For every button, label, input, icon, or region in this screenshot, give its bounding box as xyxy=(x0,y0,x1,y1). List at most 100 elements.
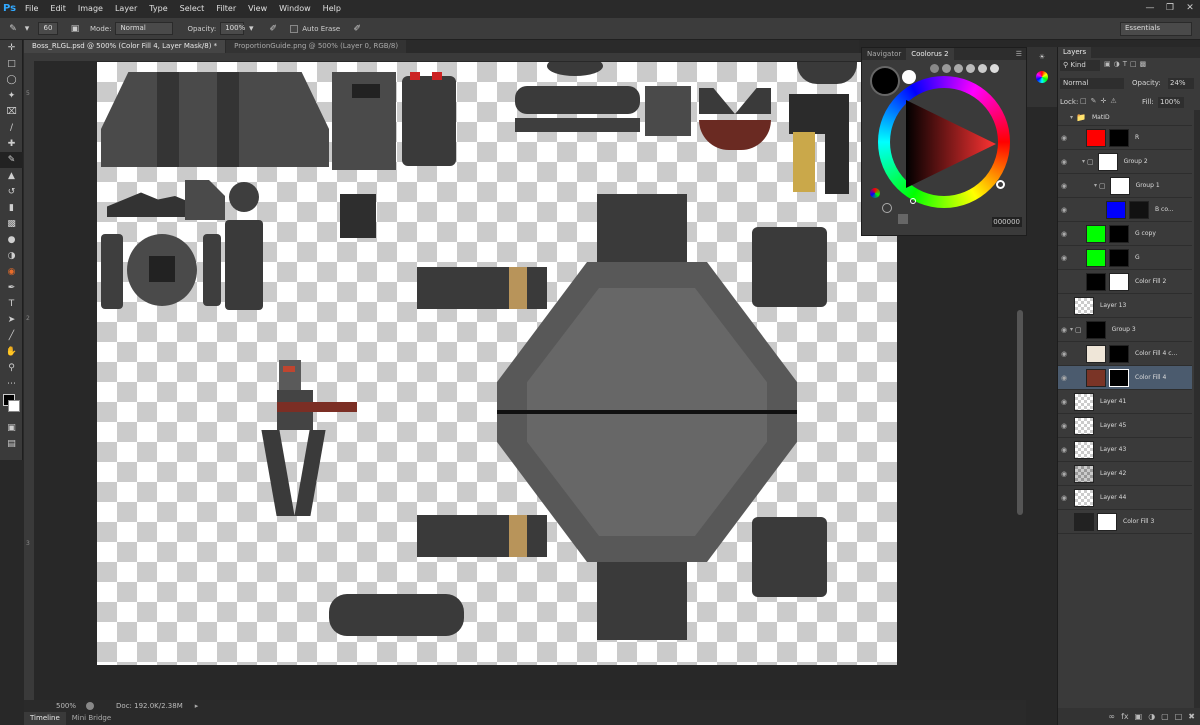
mode-toggle-icon[interactable] xyxy=(882,203,892,213)
tab-coolorus[interactable]: Coolorus 2 xyxy=(906,48,954,60)
move-tool-icon[interactable]: ✛ xyxy=(0,40,23,56)
quick-mask-icon[interactable]: ▣ xyxy=(0,420,23,436)
add-mask-icon[interactable]: ▣ xyxy=(1135,712,1143,721)
eye-icon[interactable]: ◉ xyxy=(1058,398,1070,406)
marquee-tool-icon[interactable]: □ xyxy=(0,56,23,72)
layer-row[interactable]: ◉ R xyxy=(1058,126,1192,150)
zoom-tool-icon[interactable]: ⚲ xyxy=(0,360,23,376)
layer-row[interactable]: ◉ Layer 42 xyxy=(1058,462,1192,486)
trash-icon[interactable]: ✖ xyxy=(1188,712,1195,721)
pressure-size-icon[interactable]: ✐ xyxy=(350,22,364,36)
color-picker[interactable] xyxy=(910,198,916,204)
fill-field[interactable]: 100% xyxy=(1158,97,1184,108)
eye-icon[interactable]: ◉ xyxy=(1058,326,1070,334)
chevron-down-icon[interactable]: ▾ xyxy=(1094,182,1097,189)
restore-icon[interactable]: ❐ xyxy=(1160,0,1180,16)
eye-icon[interactable]: ◉ xyxy=(1058,158,1070,166)
lock-all-icon[interactable]: ⚠ xyxy=(1110,97,1116,105)
brush-size-field[interactable]: 60 xyxy=(38,22,58,35)
smart-filter-icon[interactable]: ▩ xyxy=(1140,60,1147,71)
menu-file[interactable]: File xyxy=(19,0,44,18)
eye-icon[interactable]: ◉ xyxy=(1058,422,1070,430)
layer-row[interactable]: ▾ 📁 MatID xyxy=(1058,110,1192,126)
minimize-icon[interactable]: — xyxy=(1140,0,1160,16)
plugin-tool-icon[interactable]: ◉ xyxy=(0,264,23,280)
tab-boss-rlgl[interactable]: Boss_RLGL.psd @ 500% (Color Fill 4, Laye… xyxy=(24,40,226,53)
eye-icon[interactable]: ◉ xyxy=(1058,350,1070,358)
link-icon[interactable]: ∞ xyxy=(1108,712,1115,721)
hand-tool-icon[interactable]: ✋ xyxy=(0,344,23,360)
eye-icon[interactable]: ◉ xyxy=(1058,494,1070,502)
brush-panel-icon[interactable]: ▣ xyxy=(68,22,82,36)
lasso-tool-icon[interactable]: ◯ xyxy=(0,72,23,88)
new-group-icon[interactable]: ▢ xyxy=(1161,712,1169,721)
eye-icon[interactable]: ◉ xyxy=(1058,230,1070,238)
blend-mode-select[interactable]: Normal xyxy=(1060,78,1124,89)
pencil-tool-icon[interactable]: ✎ xyxy=(0,152,23,168)
menu-view[interactable]: View xyxy=(242,0,273,18)
dodge-tool-icon[interactable]: ◑ xyxy=(0,248,23,264)
healing-tool-icon[interactable]: ✚ xyxy=(0,136,23,152)
settings-icon[interactable] xyxy=(898,214,908,224)
lock-pixels-icon[interactable]: □ xyxy=(1080,97,1087,105)
sun-icon[interactable]: ☀ xyxy=(1027,47,1057,67)
hex-field[interactable]: 000000 xyxy=(992,217,1022,227)
auto-erase-checkbox[interactable] xyxy=(290,24,299,33)
line-tool-icon[interactable]: ╱ xyxy=(0,328,23,344)
image-filter-icon[interactable]: ▣ xyxy=(1104,60,1111,71)
pen-tool-icon[interactable]: ✒ xyxy=(0,280,23,296)
gradient-tool-icon[interactable]: ▩ xyxy=(0,216,23,232)
quick-select-tool-icon[interactable]: ✦ xyxy=(0,88,23,104)
layer-row[interactable]: ◉ Color Fill 4 c... xyxy=(1058,342,1192,366)
workspace-select[interactable]: Essentials xyxy=(1120,22,1192,36)
menu-image[interactable]: Image xyxy=(72,0,109,18)
layer-row[interactable]: ◉ G copy xyxy=(1058,222,1192,246)
palette-icon[interactable] xyxy=(870,188,880,198)
layer-row[interactable]: ◉ ▾ ▢ Group 1 xyxy=(1058,174,1192,198)
menu-edit[interactable]: Edit xyxy=(44,0,72,18)
clone-stamp-tool-icon[interactable]: ▲ xyxy=(0,168,23,184)
crop-tool-icon[interactable]: ⌧ xyxy=(0,104,23,120)
layer-row-selected[interactable]: ◉ Color Fill 4 xyxy=(1058,366,1192,390)
color-wheel-icon[interactable] xyxy=(1027,67,1057,87)
tab-mini-bridge[interactable]: Mini Bridge xyxy=(66,712,117,725)
pressure-opacity-icon[interactable]: ✐ xyxy=(266,22,280,36)
menu-type[interactable]: Type xyxy=(143,0,173,18)
layer-row[interactable]: Color Fill 3 xyxy=(1058,510,1192,534)
status-icon[interactable] xyxy=(86,702,95,710)
history-brush-tool-icon[interactable]: ↺ xyxy=(0,184,23,200)
tab-navigator[interactable]: Navigator xyxy=(862,48,906,60)
lock-move-icon[interactable]: ✛ xyxy=(1101,97,1107,105)
fx-icon[interactable]: fx xyxy=(1121,712,1129,721)
tab-proportion-guide[interactable]: ProportionGuide.png @ 500% (Layer 0, RGB… xyxy=(226,40,407,53)
opacity-field[interactable]: 100% xyxy=(220,22,245,35)
current-color-swatch[interactable] xyxy=(870,66,900,96)
layer-row[interactable]: ◉ B co... xyxy=(1058,198,1192,222)
menu-layer[interactable]: Layer xyxy=(109,0,143,18)
chevron-down-icon[interactable]: ▾ xyxy=(1082,158,1085,165)
adjust-filter-icon[interactable]: ◑ xyxy=(1114,60,1120,71)
background-color-swatch[interactable] xyxy=(8,400,20,412)
more-tools-icon[interactable]: ⋯ xyxy=(0,376,23,392)
filter-kind-select[interactable]: ⚲ Kind xyxy=(1060,60,1100,71)
eye-icon[interactable]: ◉ xyxy=(1058,446,1070,454)
menu-window[interactable]: Window xyxy=(273,0,317,18)
eyedropper-tool-icon[interactable]: ∕ xyxy=(0,120,23,136)
chevron-down-icon[interactable]: ▾ xyxy=(244,22,258,36)
zoom-level[interactable]: 500% xyxy=(56,702,76,710)
layer-row[interactable]: Color Fill 2 xyxy=(1058,270,1192,294)
tab-layers[interactable]: Layers xyxy=(1058,47,1092,58)
layers-scrollbar[interactable] xyxy=(1194,110,1200,710)
tab-timeline[interactable]: Timeline xyxy=(24,712,66,725)
layer-row[interactable]: ◉ Layer 45 xyxy=(1058,414,1192,438)
screen-mode-icon[interactable]: ▤ xyxy=(0,436,23,452)
mode-select[interactable]: Normal xyxy=(115,22,174,35)
layer-row[interactable]: ◉ G xyxy=(1058,246,1192,270)
menu-help[interactable]: Help xyxy=(317,0,347,18)
eraser-tool-icon[interactable]: ▮ xyxy=(0,200,23,216)
eye-icon[interactable]: ◉ xyxy=(1058,470,1070,478)
chevron-down-icon[interactable]: ▾ xyxy=(20,22,34,36)
path-select-tool-icon[interactable]: ➤ xyxy=(0,312,23,328)
layer-row[interactable]: ◉ ▾ ▢ Group 2 xyxy=(1058,150,1192,174)
layer-row[interactable]: ◉ Layer 43 xyxy=(1058,438,1192,462)
